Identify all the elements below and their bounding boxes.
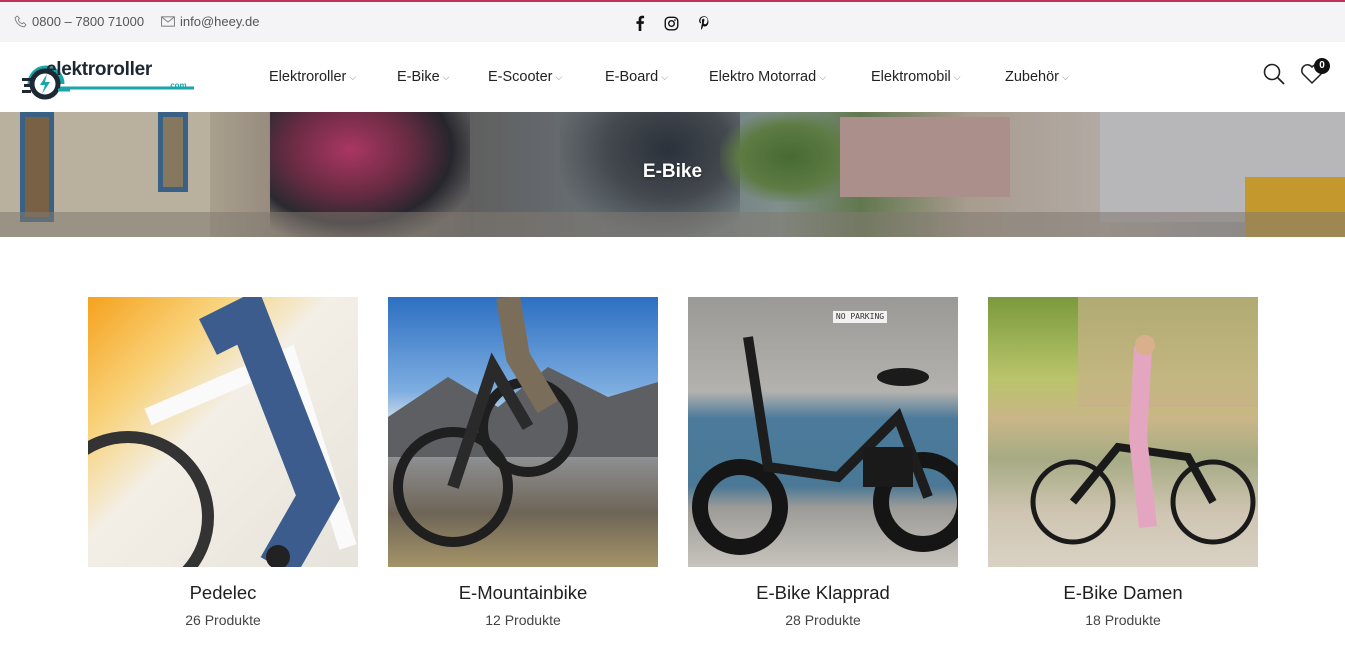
facebook-icon[interactable]: [630, 13, 650, 33]
nav-label: Elektroroller: [269, 69, 347, 85]
nav-label: Elektro Motorrad: [709, 69, 817, 85]
nav-label: E-Bike: [397, 69, 440, 85]
logo-text: elektroroller: [46, 59, 152, 80]
main-header: elektroroller .com Elektroroller ⌵ E-Bike…: [0, 42, 1345, 112]
category-card-e-bike-klapprad[interactable]: NO PARKING E-Bike Klapprad 28 Produkte: [688, 297, 958, 628]
category-image[interactable]: [988, 297, 1258, 567]
nav-item-e-bike[interactable]: E-Bike ⌵: [397, 69, 450, 85]
category-name[interactable]: E-Bike Damen: [988, 582, 1258, 604]
category-name[interactable]: E-Mountainbike: [388, 582, 658, 604]
category-card-pedelec[interactable]: Pedelec 26 Produkte: [88, 297, 358, 628]
category-count: 12 Produkte: [485, 612, 561, 628]
nav-label: Zubehör: [1005, 69, 1060, 85]
category-image[interactable]: [388, 297, 658, 567]
chevron-down-icon: ⌵: [953, 71, 961, 82]
email-contact[interactable]: info@heey.de: [161, 14, 259, 29]
chevron-down-icon: ⌵: [555, 71, 563, 82]
category-image[interactable]: NO PARKING: [688, 297, 958, 567]
nav-item-e-board[interactable]: E-Board ⌵: [605, 69, 668, 85]
category-card-e-mountainbike[interactable]: E-Mountainbike 12 Produkte: [388, 297, 658, 628]
category-image[interactable]: [88, 297, 358, 567]
top-bar: 0800 – 7800 71000 info@heey.de: [0, 0, 1345, 42]
wishlist-count-badge: 0: [1314, 58, 1330, 74]
site-logo[interactable]: elektroroller .com: [22, 54, 202, 100]
category-count: 28 Produkte: [785, 612, 861, 628]
search-icon[interactable]: [1262, 62, 1288, 88]
nav-label: E-Board: [605, 69, 659, 85]
category-banner: E-Bike: [0, 112, 1345, 237]
category-name[interactable]: Pedelec: [88, 582, 358, 604]
phone-contact[interactable]: 0800 – 7800 71000: [14, 14, 144, 29]
category-count: 18 Produkte: [1085, 612, 1161, 628]
chevron-down-icon: ⌵: [1062, 71, 1069, 82]
nav-label: Elektromobil: [871, 69, 951, 85]
nav-label: E-Scooter: [488, 69, 553, 85]
pinterest-icon[interactable]: [694, 13, 714, 33]
instagram-icon[interactable]: [661, 13, 681, 33]
chevron-down-icon: ⌵: [819, 71, 827, 82]
nav-item-elektro-motorrad[interactable]: Elektro Motorrad ⌵: [709, 69, 826, 85]
mail-icon: [161, 16, 175, 27]
nav-item-elektroroller[interactable]: Elektroroller ⌵: [269, 69, 356, 85]
chevron-down-icon: ⌵: [442, 71, 450, 82]
page-title: E-Bike: [642, 161, 703, 182]
category-name[interactable]: E-Bike Klapprad: [688, 582, 958, 604]
category-card-e-bike-damen[interactable]: E-Bike Damen 18 Produkte: [988, 297, 1258, 628]
email-address: info@heey.de: [180, 14, 260, 29]
phone-number: 0800 – 7800 71000: [32, 14, 145, 29]
phone-icon: [14, 15, 27, 28]
nav-item-e-scooter[interactable]: E-Scooter ⌵: [488, 69, 562, 85]
nav-item-elektromobil[interactable]: Elektromobil ⌵: [871, 69, 961, 85]
logo-suffix: .com: [168, 81, 187, 90]
nav-item-zubehoer[interactable]: Zubehör ⌵: [1005, 69, 1069, 85]
chevron-down-icon: ⌵: [661, 71, 669, 82]
category-count: 26 Produkte: [185, 612, 261, 628]
chevron-down-icon: ⌵: [349, 71, 357, 82]
